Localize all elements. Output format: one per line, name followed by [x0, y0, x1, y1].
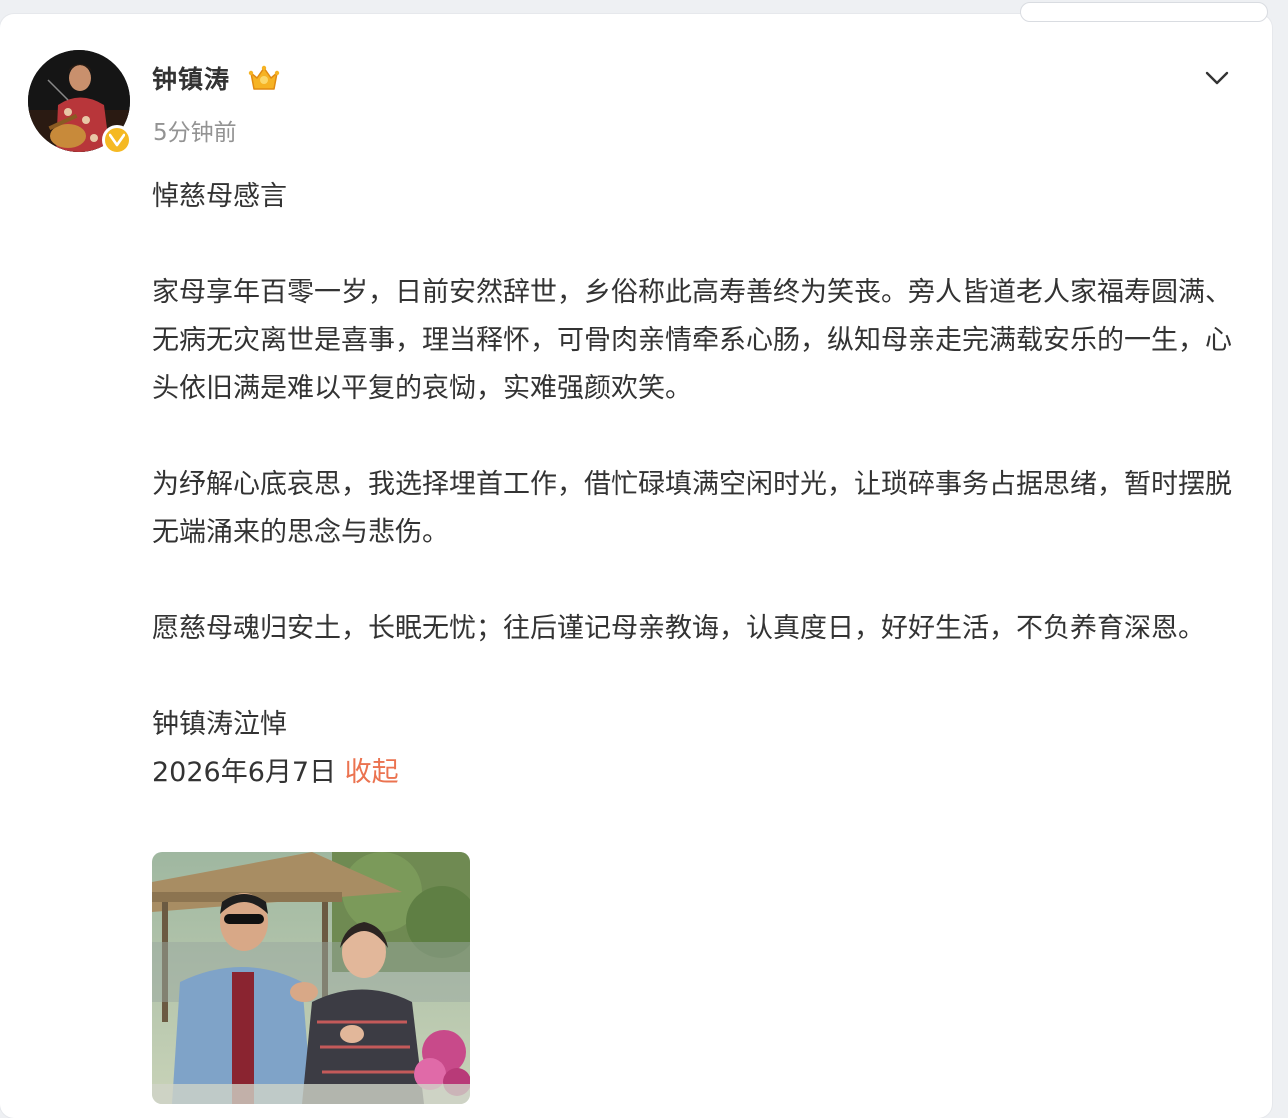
- post-paragraph: 家母享年百零一岁，日前安然辞世，乡俗称此高寿善终为笑丧。旁人皆道老人家福寿圆满、…: [152, 277, 1232, 404]
- post-signature: 钟镇涛泣悼: [152, 709, 287, 740]
- post-date-line: 2026年6月7日 收起: [152, 749, 1242, 797]
- post-content: 悼慈母感言 家母享年百零一岁，日前安然辞世，乡俗称此高寿善终为笑丧。旁人皆道老人…: [152, 173, 1242, 797]
- post-time[interactable]: 5分钟前: [153, 113, 237, 147]
- post-photo[interactable]: [152, 852, 470, 1104]
- post-date: 2026年6月7日: [152, 757, 337, 788]
- crown-icon[interactable]: [248, 64, 280, 94]
- verified-badge-icon: [102, 125, 132, 155]
- post-title: 悼慈母感言: [152, 181, 287, 212]
- post-card: 钟镇涛 5分钟前 悼慈母感言 家母享年百零一岁，日前安然辞世，乡俗称此高寿善终为…: [0, 2, 1272, 1118]
- post-paragraph: 为纾解心底哀思，我选择埋首工作，借忙碌填满空闲时光，让琐碎事务占据思绪，暂时摆脱…: [152, 469, 1232, 548]
- post-paragraph: 愿慈母魂归安土，长眠无忧；往后谨记母亲教诲，认真度日，好好生活，不负养育深恩。: [152, 613, 1205, 644]
- top-search-pill[interactable]: [1020, 2, 1268, 22]
- username[interactable]: 钟镇涛: [152, 60, 230, 96]
- collapse-link[interactable]: 收起: [345, 757, 399, 788]
- chevron-down-icon[interactable]: [1203, 68, 1231, 88]
